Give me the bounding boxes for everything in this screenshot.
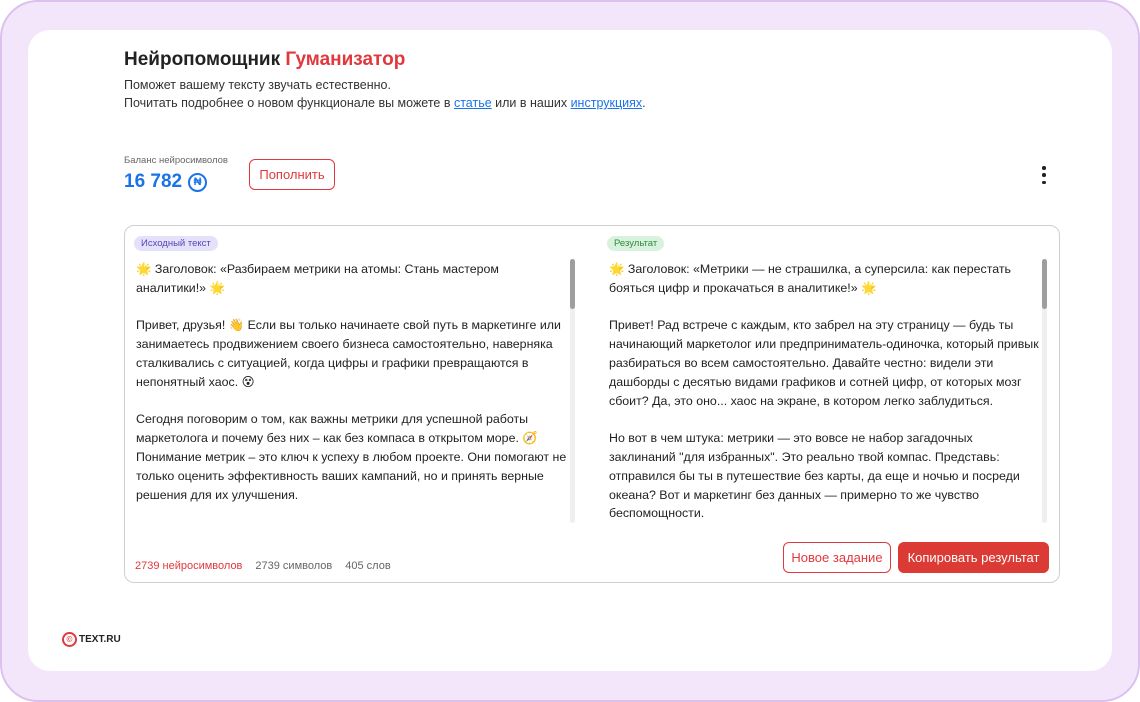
title-accent: Гуманизатор	[285, 49, 406, 70]
copyright-logo-icon: ©	[62, 632, 77, 647]
page-subtitle: Поможет вашему тексту звучать естественн…	[124, 76, 646, 112]
new-task-button[interactable]: Новое задание	[783, 542, 891, 573]
article-link[interactable]: статье	[454, 96, 492, 110]
text-stats: 2739 нейросимволов 2739 символов 405 сло…	[135, 560, 391, 572]
stat-neurosymbols: 2739 нейросимволов	[135, 560, 243, 572]
instructions-link[interactable]: инструкциях	[571, 96, 643, 110]
kebab-menu-icon[interactable]	[1038, 166, 1050, 184]
balance-value: 16 782 ₦	[124, 171, 208, 193]
result-badge: Результат	[607, 236, 665, 251]
page-title: Нейропомощник Гуманизатор	[124, 49, 405, 71]
logo-text: TEXT.RU	[79, 634, 121, 645]
source-text[interactable]: 🌟 Заголовок: «Разбираем метрики на атомы…	[136, 260, 568, 510]
stat-symbols: 2739 символов	[255, 560, 333, 572]
subtitle-suffix: .	[642, 96, 646, 110]
copy-result-button[interactable]: Копировать результат	[898, 542, 1049, 573]
result-scroll-thumb[interactable]	[1042, 259, 1047, 309]
subtitle-line-2: Почитать подробнее о новом функционале в…	[124, 94, 646, 112]
neurosymbol-coin-icon: ₦	[188, 172, 208, 192]
source-scrollbar[interactable]	[570, 259, 575, 523]
subtitle-middle: или в наших	[491, 96, 571, 110]
source-scroll-thumb[interactable]	[570, 259, 575, 309]
subtitle-line-1: Поможет вашему тексту звучать естественн…	[124, 78, 391, 92]
balance-amount: 16 782	[124, 171, 183, 192]
result-scrollbar[interactable]	[1042, 259, 1047, 523]
subtitle-prefix: Почитать подробнее о новом функционале в…	[124, 96, 454, 110]
result-text[interactable]: 🌟 Заголовок: «Метрики — не страшилка, а …	[609, 260, 1039, 520]
balance-label: Баланс нейросимволов	[124, 155, 228, 166]
source-badge: Исходный текст	[134, 236, 218, 251]
textru-logo[interactable]: © TEXT.RU	[62, 632, 121, 647]
stat-words: 405 слов	[345, 560, 391, 572]
title-main: Нейропомощник	[124, 49, 286, 70]
main-card: Нейропомощник Гуманизатор Поможет вашему…	[28, 30, 1112, 671]
humanizer-panel: Исходный текст 🌟 Заголовок: «Разбираем м…	[124, 225, 1060, 583]
topup-button[interactable]: Пополнить	[249, 159, 335, 190]
